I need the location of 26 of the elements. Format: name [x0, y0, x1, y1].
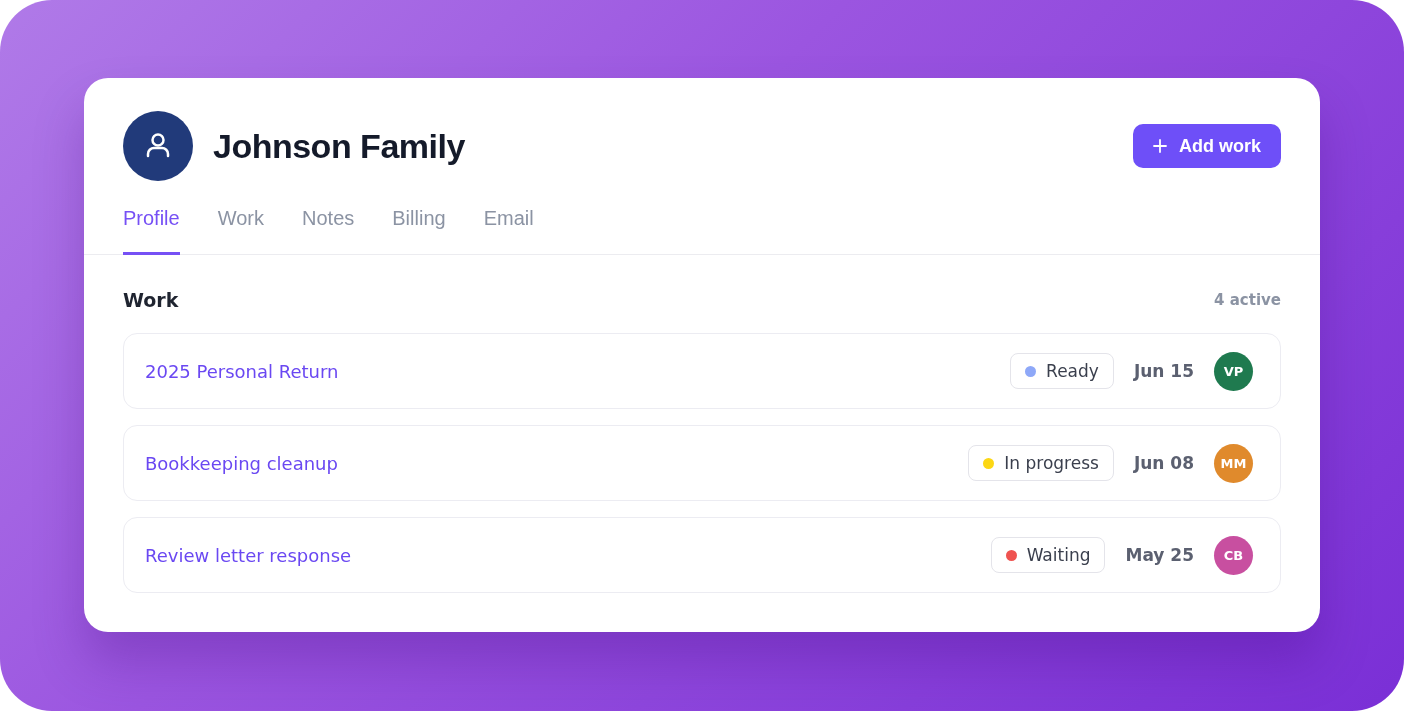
user-icon [123, 111, 193, 181]
tab[interactable]: Work [217, 207, 264, 255]
work-item-row[interactable]: Review letter response Waiting May 25 CB [123, 517, 1281, 593]
tab[interactable]: Email [483, 207, 534, 255]
tab[interactable]: Profile [123, 207, 180, 255]
assignee-avatar: VP [1214, 351, 1253, 391]
status-badge: Ready [1010, 353, 1114, 389]
section-title: Work [123, 289, 179, 311]
due-date: Jun 08 [1133, 453, 1194, 473]
due-date: Jun 15 [1133, 361, 1194, 381]
work-item-link[interactable]: Bookkeeping cleanup [145, 452, 338, 474]
tab[interactable]: Notes [302, 207, 355, 255]
client-name: Johnson Family [213, 126, 465, 166]
tab[interactable]: Billing [392, 207, 446, 255]
add-work-button[interactable]: Add work [1133, 124, 1281, 168]
work-item-link[interactable]: 2025 Personal Return [145, 360, 339, 382]
assignee-avatar: MM [1214, 443, 1253, 483]
due-date: May 25 [1125, 545, 1194, 565]
work-item-row[interactable]: Bookkeeping cleanup In progress Jun 08 MM [123, 425, 1281, 501]
plus-icon [1153, 139, 1167, 153]
status-badge: In progress [968, 445, 1114, 481]
active-count: 4 active [1214, 291, 1281, 309]
work-item-row[interactable]: 2025 Personal Return Ready Jun 15 VP [123, 333, 1281, 409]
status-badge: Waiting [990, 537, 1106, 573]
assignee-avatar: CB [1214, 535, 1253, 575]
work-item-link[interactable]: Review letter response [145, 544, 352, 566]
